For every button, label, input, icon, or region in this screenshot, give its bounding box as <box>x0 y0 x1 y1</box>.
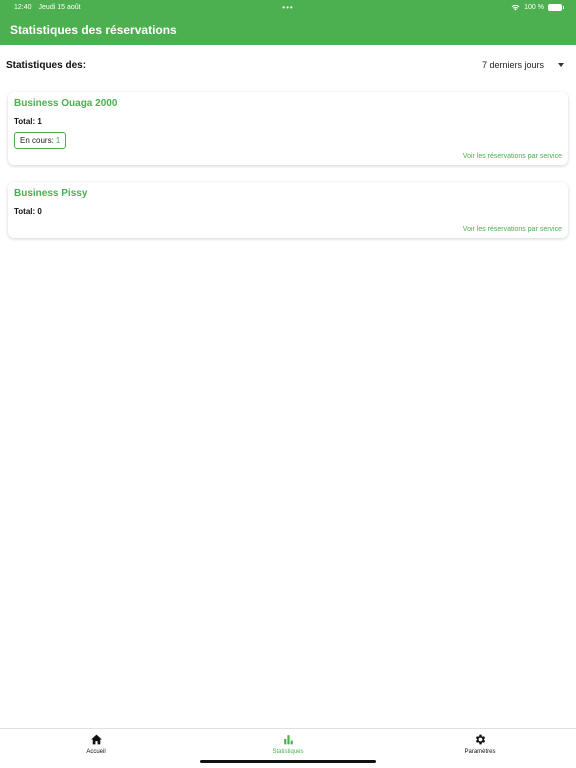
period-selected-value: 7 derniers jours <box>481 60 544 70</box>
status-chip-en-cours[interactable]: En cours: 1 <box>14 132 67 149</box>
nav-label: Paramètres <box>464 749 496 755</box>
business-card: Business Ouaga 2000 Total: 1 En cours: 1… <box>8 92 568 165</box>
business-name: Business Pissy <box>14 188 88 199</box>
business-total: Total: 1 <box>14 117 42 126</box>
page-title: Statistiques des réservations <box>10 22 177 37</box>
bar-chart-icon <box>283 735 293 745</box>
status-date: Jeudi 15 août <box>38 3 81 11</box>
battery-percent: 100 % <box>524 3 544 11</box>
multitasking-dots[interactable]: ••• <box>282 3 293 12</box>
nav-label: Statistiques <box>272 749 304 755</box>
battery-icon <box>548 3 564 11</box>
status-bar: 12:40 Jeudi 15 août ••• 100 % <box>0 0 576 14</box>
chip-label: En cours: <box>20 136 54 145</box>
gear-icon <box>475 734 485 745</box>
view-reservations-by-service-link[interactable]: Voir les réservations par service <box>463 153 562 160</box>
view-reservations-by-service-link[interactable]: Voir les réservations par service <box>463 226 562 233</box>
filter-label: Statistiques des: <box>6 59 87 71</box>
app-bar: Statistiques des réservations <box>0 14 576 45</box>
nav-label: Accueil <box>86 749 106 755</box>
status-right: 100 % <box>511 3 564 11</box>
filter-row: Statistiques des: 7 derniers jours <box>0 56 576 74</box>
home-icon <box>90 734 102 745</box>
nav-item-accueil[interactable]: Accueil <box>0 729 192 768</box>
business-card: Business Pissy Total: 0 Voir les réserva… <box>8 182 568 238</box>
status-time: 12:40 <box>14 3 32 11</box>
business-total: Total: 0 <box>14 207 42 216</box>
period-dropdown[interactable]: 7 derniers jours <box>482 60 570 70</box>
wifi-icon <box>511 4 520 10</box>
chip-value: 1 <box>55 136 61 145</box>
chevron-down-icon <box>558 63 564 67</box>
home-indicator[interactable] <box>200 760 376 763</box>
status-left: 12:40 Jeudi 15 août <box>14 4 81 11</box>
nav-item-parametres[interactable]: Paramètres <box>384 729 576 768</box>
business-name: Business Ouaga 2000 <box>14 98 118 109</box>
